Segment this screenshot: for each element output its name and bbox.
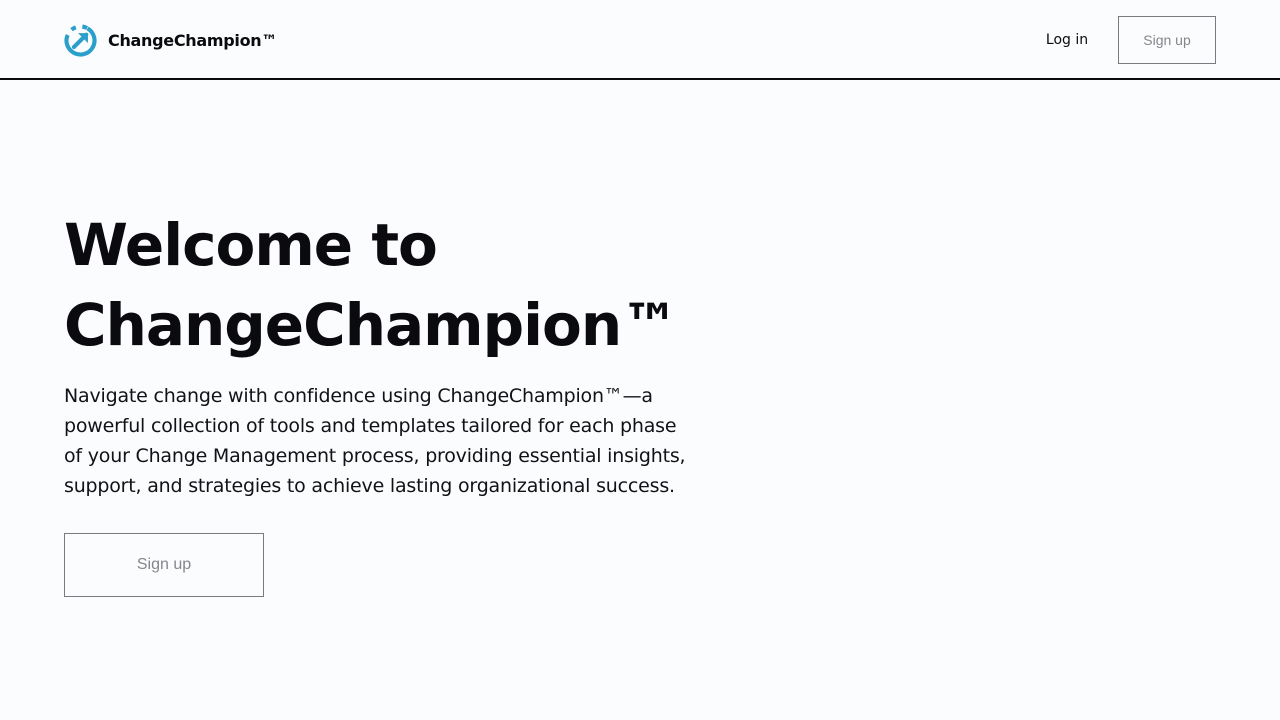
top-nav: ChangeChampion™ Log in Sign up — [0, 0, 1280, 80]
hero-title-line-1: Welcome to — [64, 211, 438, 279]
hero-title: Welcome to ChangeChampion™ — [64, 205, 784, 365]
hero-description: Navigate change with confidence using Ch… — [64, 385, 686, 497]
header-signup-button[interactable]: Sign up — [1118, 16, 1216, 64]
circular-arrow-logo-icon — [64, 23, 97, 57]
brand-name: ChangeChampion™ — [108, 30, 278, 50]
hero-signup-button[interactable]: Sign up — [64, 533, 264, 597]
hero-title-line-2: ChangeChampion™ — [64, 291, 679, 359]
login-link[interactable]: Log in — [1030, 16, 1104, 64]
brand-link[interactable]: ChangeChampion™ — [64, 23, 277, 57]
